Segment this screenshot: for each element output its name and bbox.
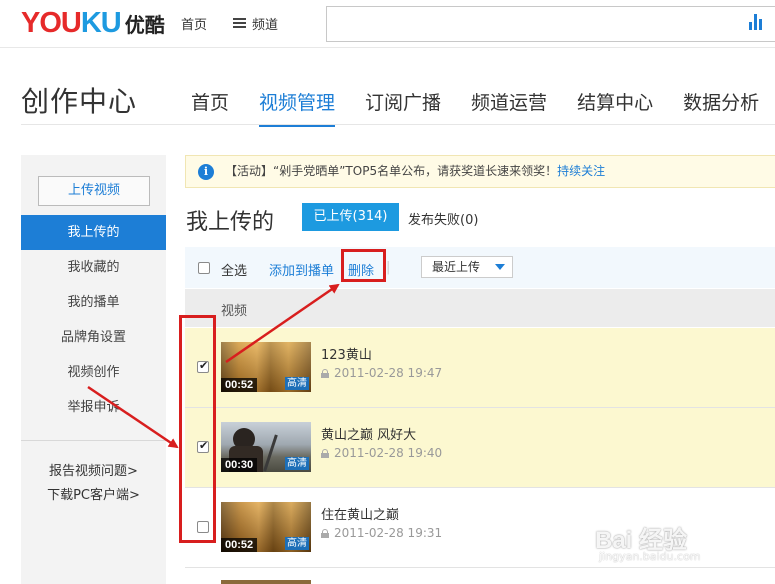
tab-settlement-center[interactable]: 结算中心 bbox=[577, 88, 653, 127]
tab-data-analysis[interactable]: 数据分析 bbox=[683, 88, 759, 127]
tab-publish-failed[interactable]: 发布失败(0) bbox=[408, 209, 478, 228]
duration-badge: 00:52 bbox=[221, 538, 258, 552]
sidebar-item-video-creation[interactable]: 视频创作 bbox=[21, 355, 166, 390]
bulk-action-toolbar: 全选 添加到播单 删除 | 最近上传 bbox=[185, 247, 775, 288]
sidebar-item-brand-corner[interactable]: 品牌角设置 bbox=[21, 320, 166, 355]
video-thumbnail[interactable]: 00:30 高清 bbox=[221, 422, 311, 472]
table-header: 视频 bbox=[185, 289, 775, 327]
video-title[interactable]: 住在黄山之巅 bbox=[321, 504, 399, 523]
center-tabs: 首页 视频管理 订阅广播 频道运营 结算中心 数据分析 bbox=[191, 88, 775, 127]
lock-icon bbox=[321, 449, 329, 458]
table-row[interactable]: 00:52 高清 123黄山 2011-02-28 19:47 bbox=[185, 328, 775, 408]
tab-uploaded[interactable]: 已上传(314) bbox=[302, 203, 399, 231]
search-input[interactable] bbox=[326, 6, 775, 42]
select-all-checkbox[interactable] bbox=[198, 262, 210, 274]
video-date: 2011-02-28 19:40 bbox=[321, 446, 442, 460]
watermark-url: jingyan.baidu.com bbox=[599, 550, 701, 563]
video-date: 2011-02-28 19:47 bbox=[321, 366, 442, 380]
top-nav-channel[interactable]: 频道 bbox=[233, 14, 278, 33]
chevron-down-icon bbox=[495, 264, 505, 270]
sidebar-item-my-favorites[interactable]: 我收藏的 bbox=[21, 250, 166, 285]
select-all-label[interactable]: 全选 bbox=[221, 260, 247, 279]
lock-icon bbox=[321, 529, 329, 538]
duration-badge: 00:52 bbox=[221, 378, 258, 392]
upload-video-button[interactable]: 上传视频 bbox=[38, 176, 150, 206]
video-thumbnail[interactable]: 00:52 高清 bbox=[221, 502, 311, 552]
column-header-video: 视频 bbox=[221, 304, 248, 319]
hd-badge: 高清 bbox=[285, 537, 309, 550]
logo-chinese: 优酷 bbox=[124, 13, 165, 37]
annotation-delete-highlight bbox=[341, 249, 386, 282]
bar-chart-icon[interactable] bbox=[749, 14, 767, 30]
report-video-problem-link[interactable]: 报告视频问题> bbox=[21, 460, 166, 479]
hd-badge: 高清 bbox=[285, 457, 309, 470]
info-icon: i bbox=[198, 164, 214, 180]
header-divider bbox=[21, 124, 775, 125]
hd-badge: 高清 bbox=[285, 377, 309, 390]
video-thumbnail[interactable]: 00:52 高清 bbox=[221, 342, 311, 392]
activity-notice: i 【活动】“剁手党晒单”TOP5名单公布，请获奖道长速来领奖！持续关注 bbox=[185, 155, 775, 188]
logo-wordmark: YOUKU bbox=[21, 7, 122, 39]
section-title: 我上传的 bbox=[186, 210, 275, 235]
sidebar-item-my-playlists[interactable]: 我的播单 bbox=[21, 285, 166, 320]
video-title[interactable]: 123黄山 bbox=[321, 344, 372, 363]
annotation-checkbox-highlight bbox=[179, 315, 216, 543]
next-row-partial bbox=[185, 568, 775, 584]
duration-badge: 00:30 bbox=[221, 458, 258, 472]
baidu-jingyan-watermark: Bai 经验 jingyan.baidu.com bbox=[595, 520, 765, 570]
video-date-text: 2011-02-28 19:31 bbox=[334, 526, 443, 540]
sidebar: 上传视频 我上传的 我收藏的 我的播单 品牌角设置 视频创作 举报申诉 报告视频… bbox=[21, 155, 166, 584]
video-date: 2011-02-28 19:31 bbox=[321, 526, 442, 540]
tab-home[interactable]: 首页 bbox=[191, 88, 229, 127]
top-bar: YOUKU 优酷 首页 频道 bbox=[0, 0, 775, 48]
table-row[interactable]: 00:30 高清 黄山之巅 风好大 2011-02-28 19:40 bbox=[185, 408, 775, 488]
next-thumbnail-edge bbox=[221, 580, 311, 584]
tab-subscription-broadcast[interactable]: 订阅广播 bbox=[365, 88, 441, 127]
sort-dropdown-value: 最近上传 bbox=[432, 260, 481, 274]
video-date-text: 2011-02-28 19:47 bbox=[334, 366, 443, 380]
lock-icon bbox=[321, 369, 329, 378]
top-nav-home[interactable]: 首页 bbox=[181, 14, 207, 33]
page-title: 创作中心 bbox=[21, 85, 138, 118]
notice-follow-link[interactable]: 持续关注 bbox=[557, 164, 605, 178]
menu-icon bbox=[233, 18, 246, 29]
sidebar-item-my-uploads[interactable]: 我上传的 bbox=[21, 215, 166, 250]
tab-video-management[interactable]: 视频管理 bbox=[259, 88, 336, 127]
youku-logo[interactable]: YOUKU 优酷 bbox=[21, 8, 165, 38]
video-date-text: 2011-02-28 19:40 bbox=[334, 446, 443, 460]
sidebar-divider bbox=[21, 440, 166, 441]
sidebar-item-report-appeal[interactable]: 举报申诉 bbox=[21, 390, 166, 425]
sort-dropdown[interactable]: 最近上传 bbox=[421, 256, 513, 278]
top-nav-channel-label: 频道 bbox=[252, 18, 279, 33]
video-title[interactable]: 黄山之巅 风好大 bbox=[321, 424, 416, 443]
download-pc-client-link[interactable]: 下载PC客户端> bbox=[21, 484, 166, 503]
tab-channel-operation[interactable]: 频道运营 bbox=[471, 88, 547, 127]
notice-text: 【活动】“剁手党晒单”TOP5名单公布，请获奖道长速来领奖！ bbox=[225, 164, 558, 178]
add-to-playlist-button[interactable]: 添加到播单 bbox=[269, 260, 334, 279]
toolbar-separator: | bbox=[386, 260, 391, 275]
